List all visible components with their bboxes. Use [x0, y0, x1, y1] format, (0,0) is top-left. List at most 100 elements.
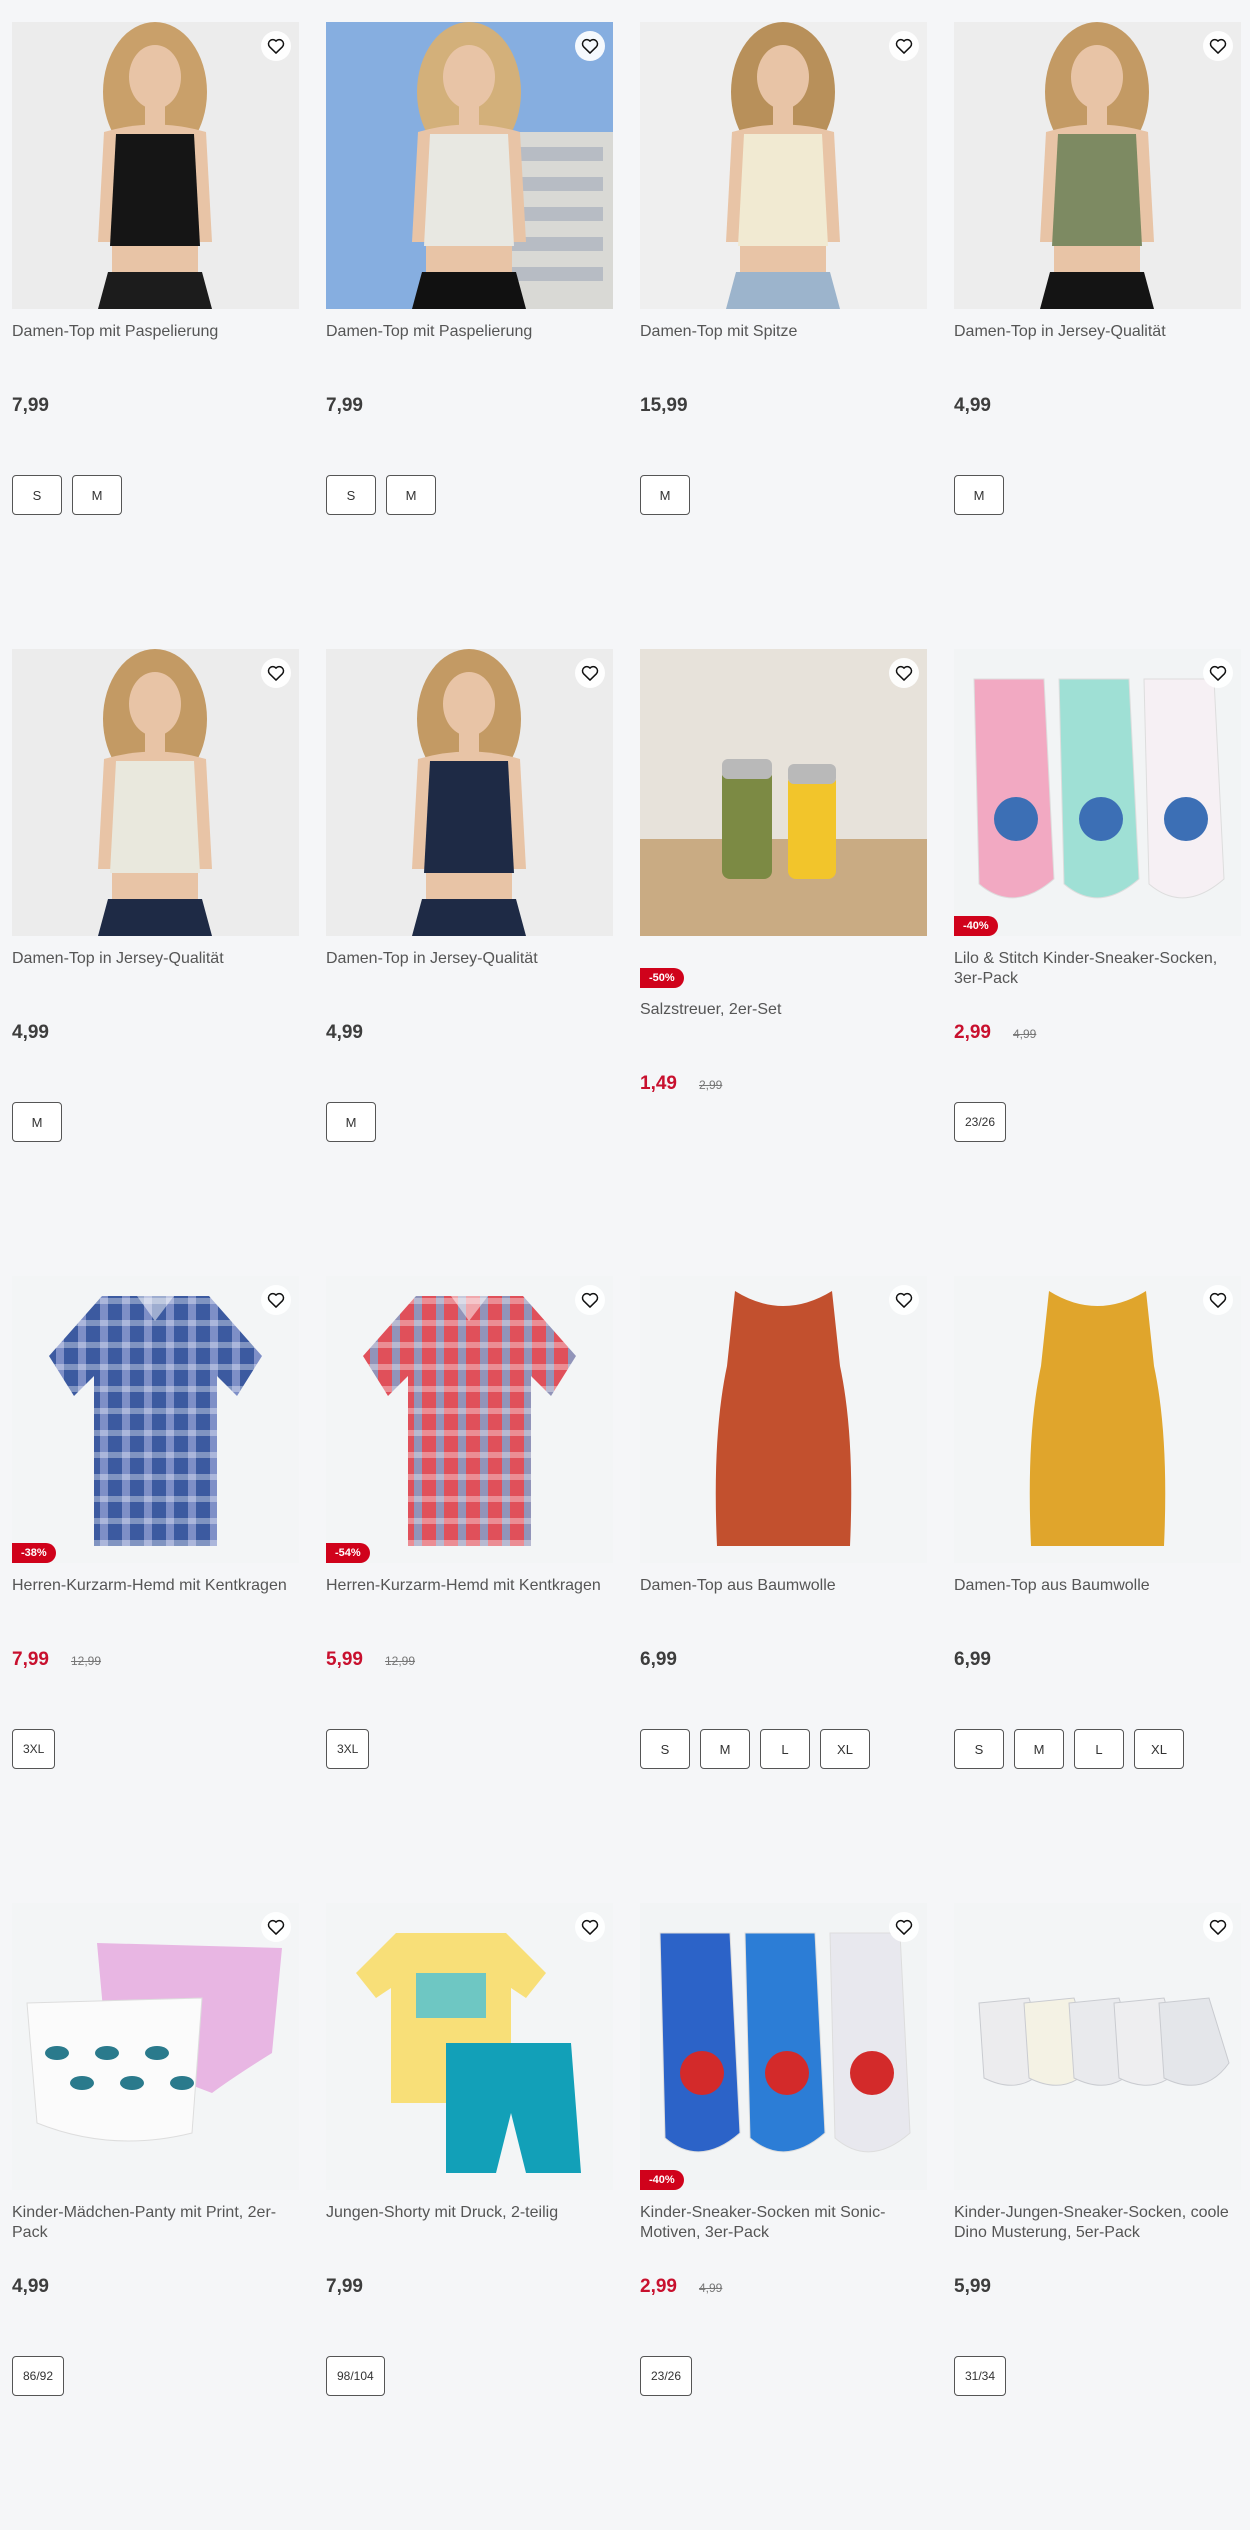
size-option-button[interactable]: M — [12, 1102, 62, 1142]
product-card[interactable]: -38% Herren-Kurzarm-Hemd mit Kentkragen 7… — [12, 1276, 299, 1903]
size-option-button[interactable]: S — [954, 1729, 1004, 1769]
product-name[interactable]: Damen-Top mit Spitze — [640, 322, 927, 362]
product-image[interactable] — [640, 1903, 927, 2190]
product-name[interactable]: Damen-Top in Jersey-Qualität — [326, 949, 613, 989]
product-image[interactable] — [640, 1276, 927, 1563]
product-image-wrapper[interactable] — [326, 649, 613, 936]
size-option-button[interactable]: XL — [1134, 1729, 1184, 1769]
product-image-wrapper[interactable] — [640, 649, 927, 936]
heart-outline-icon[interactable] — [261, 1912, 291, 1942]
product-image-wrapper[interactable] — [326, 22, 613, 309]
heart-outline-icon[interactable] — [261, 1285, 291, 1315]
heart-outline-icon[interactable] — [889, 31, 919, 61]
product-image[interactable] — [326, 649, 613, 936]
size-option-button[interactable]: L — [760, 1729, 810, 1769]
size-option-button[interactable]: 3XL — [12, 1729, 56, 1769]
size-option-button[interactable]: 23/26 — [640, 2356, 693, 2396]
product-card[interactable]: Damen-Top mit Paspelierung 7,99 S M — [12, 22, 299, 649]
size-option-button[interactable]: S — [640, 1729, 690, 1769]
size-option-button[interactable]: S — [12, 475, 62, 515]
product-name[interactable]: Damen-Top aus Baumwolle — [954, 1576, 1241, 1616]
product-name[interactable]: Herren-Kurzarm-Hemd mit Kentkragen — [326, 1576, 613, 1616]
product-name[interactable]: Kinder-Sneaker-Socken mit Sonic-Motiven,… — [640, 2203, 927, 2243]
product-name[interactable]: Salzstreuer, 2er-Set — [640, 1000, 927, 1040]
size-option-button[interactable]: S — [326, 475, 376, 515]
heart-outline-icon[interactable] — [889, 658, 919, 688]
product-name[interactable]: Jungen-Shorty mit Druck, 2-teilig — [326, 2203, 613, 2243]
product-image[interactable] — [326, 1903, 613, 2190]
product-image[interactable] — [954, 22, 1241, 309]
product-card[interactable]: -50% Salzstreuer, 2er-Set 1,49 2,99 — [640, 649, 927, 1276]
product-card[interactable]: Damen-Top aus Baumwolle 6,99 S M L XL — [954, 1276, 1241, 1903]
size-option-button[interactable]: M — [700, 1729, 750, 1769]
size-option-button[interactable]: XL — [820, 1729, 870, 1769]
size-option-button[interactable]: 31/34 — [954, 2356, 1007, 2396]
product-image[interactable] — [640, 649, 927, 936]
product-image[interactable] — [326, 1276, 613, 1563]
size-option-button[interactable]: 3XL — [326, 1729, 370, 1769]
product-image-wrapper[interactable] — [640, 22, 927, 309]
product-card[interactable]: Damen-Top mit Paspelierung 7,99 S M — [326, 22, 613, 649]
product-card[interactable]: Damen-Top in Jersey-Qualität 4,99 M — [12, 649, 299, 1276]
product-image[interactable] — [12, 649, 299, 936]
product-image[interactable] — [12, 1903, 299, 2190]
heart-outline-icon[interactable] — [1203, 31, 1233, 61]
size-option-button[interactable]: M — [1014, 1729, 1064, 1769]
product-name[interactable]: Damen-Top in Jersey-Qualität — [12, 949, 299, 989]
product-card[interactable]: Damen-Top aus Baumwolle 6,99 S M L XL — [640, 1276, 927, 1903]
product-image-wrapper[interactable] — [12, 649, 299, 936]
size-option-button[interactable]: M — [326, 1102, 376, 1142]
heart-outline-icon[interactable] — [575, 31, 605, 61]
size-option-button[interactable]: M — [386, 475, 436, 515]
product-image-wrapper[interactable]: -54% — [326, 1276, 613, 1563]
product-name[interactable]: Damen-Top mit Paspelierung — [12, 322, 299, 362]
product-image-wrapper[interactable] — [12, 22, 299, 309]
product-image[interactable] — [954, 1903, 1241, 2190]
product-image-wrapper[interactable] — [12, 1903, 299, 2190]
product-card[interactable]: -54% Herren-Kurzarm-Hemd mit Kentkragen 5… — [326, 1276, 613, 1903]
heart-outline-icon[interactable] — [1203, 1285, 1233, 1315]
product-image-wrapper[interactable]: -40% — [954, 649, 1241, 936]
heart-outline-icon[interactable] — [889, 1285, 919, 1315]
size-option-button[interactable]: M — [954, 475, 1004, 515]
product-card[interactable]: Damen-Top mit Spitze 15,99 M — [640, 22, 927, 649]
product-image[interactable] — [954, 1276, 1241, 1563]
heart-outline-icon[interactable] — [261, 31, 291, 61]
heart-outline-icon[interactable] — [1203, 658, 1233, 688]
size-option-button[interactable]: L — [1074, 1729, 1124, 1769]
size-option-button[interactable]: 23/26 — [954, 1102, 1007, 1142]
product-image-wrapper[interactable] — [954, 1903, 1241, 2190]
product-image-wrapper[interactable]: -40% — [640, 1903, 927, 2190]
heart-outline-icon[interactable] — [575, 658, 605, 688]
product-card[interactable]: -40% Kinder-Sneaker-Socken mit Sonic-Moti… — [640, 1903, 927, 2530]
product-image-wrapper[interactable] — [954, 1276, 1241, 1563]
size-option-button[interactable]: M — [72, 475, 122, 515]
product-name[interactable]: Damen-Top aus Baumwolle — [640, 1576, 927, 1616]
heart-outline-icon[interactable] — [1203, 1912, 1233, 1942]
product-image-wrapper[interactable] — [640, 1276, 927, 1563]
product-card[interactable]: Damen-Top in Jersey-Qualität 4,99 M — [326, 649, 613, 1276]
product-image-wrapper[interactable] — [326, 1903, 613, 2190]
product-card[interactable]: Jungen-Shorty mit Druck, 2-teilig 7,99 98… — [326, 1903, 613, 2530]
product-card[interactable]: -40% Lilo & Stitch Kinder-Sneaker-Socken,… — [954, 649, 1241, 1276]
product-image[interactable] — [326, 22, 613, 309]
product-image[interactable] — [954, 649, 1241, 936]
product-name[interactable]: Damen-Top mit Paspelierung — [326, 322, 613, 362]
product-card[interactable]: Kinder-Jungen-Sneaker-Socken, coole Dino… — [954, 1903, 1241, 2530]
size-option-button[interactable]: 86/92 — [12, 2356, 65, 2396]
heart-outline-icon[interactable] — [575, 1912, 605, 1942]
size-option-button[interactable]: 98/104 — [326, 2356, 385, 2396]
product-name[interactable]: Damen-Top in Jersey-Qualität — [954, 322, 1241, 362]
product-image-wrapper[interactable] — [954, 22, 1241, 309]
product-name[interactable]: Herren-Kurzarm-Hemd mit Kentkragen — [12, 1576, 299, 1616]
product-card[interactable]: Kinder-Mädchen-Panty mit Print, 2er-Pack… — [12, 1903, 299, 2530]
heart-outline-icon[interactable] — [261, 658, 291, 688]
product-name[interactable]: Kinder-Mädchen-Panty mit Print, 2er-Pack — [12, 2203, 299, 2243]
product-image[interactable] — [12, 1276, 299, 1563]
product-card[interactable]: Damen-Top in Jersey-Qualität 4,99 M — [954, 22, 1241, 649]
size-option-button[interactable]: M — [640, 475, 690, 515]
product-image[interactable] — [12, 22, 299, 309]
heart-outline-icon[interactable] — [575, 1285, 605, 1315]
product-image-wrapper[interactable]: -38% — [12, 1276, 299, 1563]
product-image[interactable] — [640, 22, 927, 309]
